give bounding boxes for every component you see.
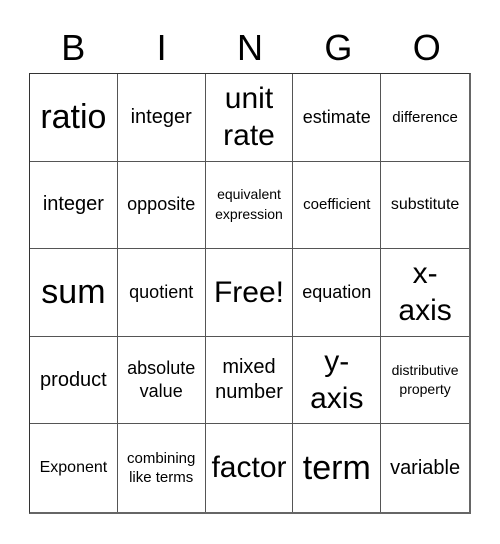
bingo-cell[interactable]: equivalent expression <box>205 161 294 250</box>
bingo-cell[interactable]: estimate <box>293 74 382 162</box>
bingo-header: B I N G O <box>29 24 471 72</box>
bingo-cell[interactable]: combining like terms <box>118 424 206 512</box>
bingo-cell[interactable]: sum <box>30 249 118 337</box>
free-space-cell[interactable]: Free! <box>205 249 294 337</box>
bingo-cell[interactable]: absolute value <box>117 336 206 425</box>
bingo-cell[interactable]: integer <box>117 74 206 162</box>
header-letter-i: I <box>156 27 167 68</box>
bingo-cell[interactable]: integer <box>30 161 118 250</box>
header-letter-o: O <box>412 27 441 68</box>
bingo-cell[interactable]: variable <box>381 424 469 512</box>
bingo-cell[interactable]: unit rate <box>205 74 294 162</box>
bingo-cell[interactable]: y- axis <box>293 336 382 425</box>
bingo-cell[interactable]: factor <box>206 424 294 512</box>
bingo-cell[interactable]: equation <box>293 249 382 337</box>
bingo-cell[interactable]: Exponent <box>30 424 118 512</box>
bingo-cell[interactable]: product <box>30 336 118 425</box>
bingo-cell[interactable]: distributive property <box>381 337 469 425</box>
header-letter-n: N <box>236 27 263 68</box>
bingo-cell[interactable]: substitute <box>381 162 469 250</box>
bingo-cell[interactable]: coefficient <box>293 161 382 250</box>
bingo-cell[interactable]: x- axis <box>381 249 469 337</box>
header-letter-g: G <box>324 27 353 68</box>
bingo-cell[interactable]: term <box>293 424 382 512</box>
bingo-cell[interactable]: ratio <box>30 74 118 162</box>
bingo-card-grid: ratio integer unit rate estimate differe… <box>29 73 471 514</box>
header-letter-b: B <box>61 27 86 68</box>
bingo-cell[interactable]: mixed number <box>205 336 294 425</box>
bingo-cell[interactable]: difference <box>381 74 469 162</box>
bingo-cell[interactable]: quotient <box>117 249 206 337</box>
bingo-cell[interactable]: opposite <box>117 161 206 250</box>
